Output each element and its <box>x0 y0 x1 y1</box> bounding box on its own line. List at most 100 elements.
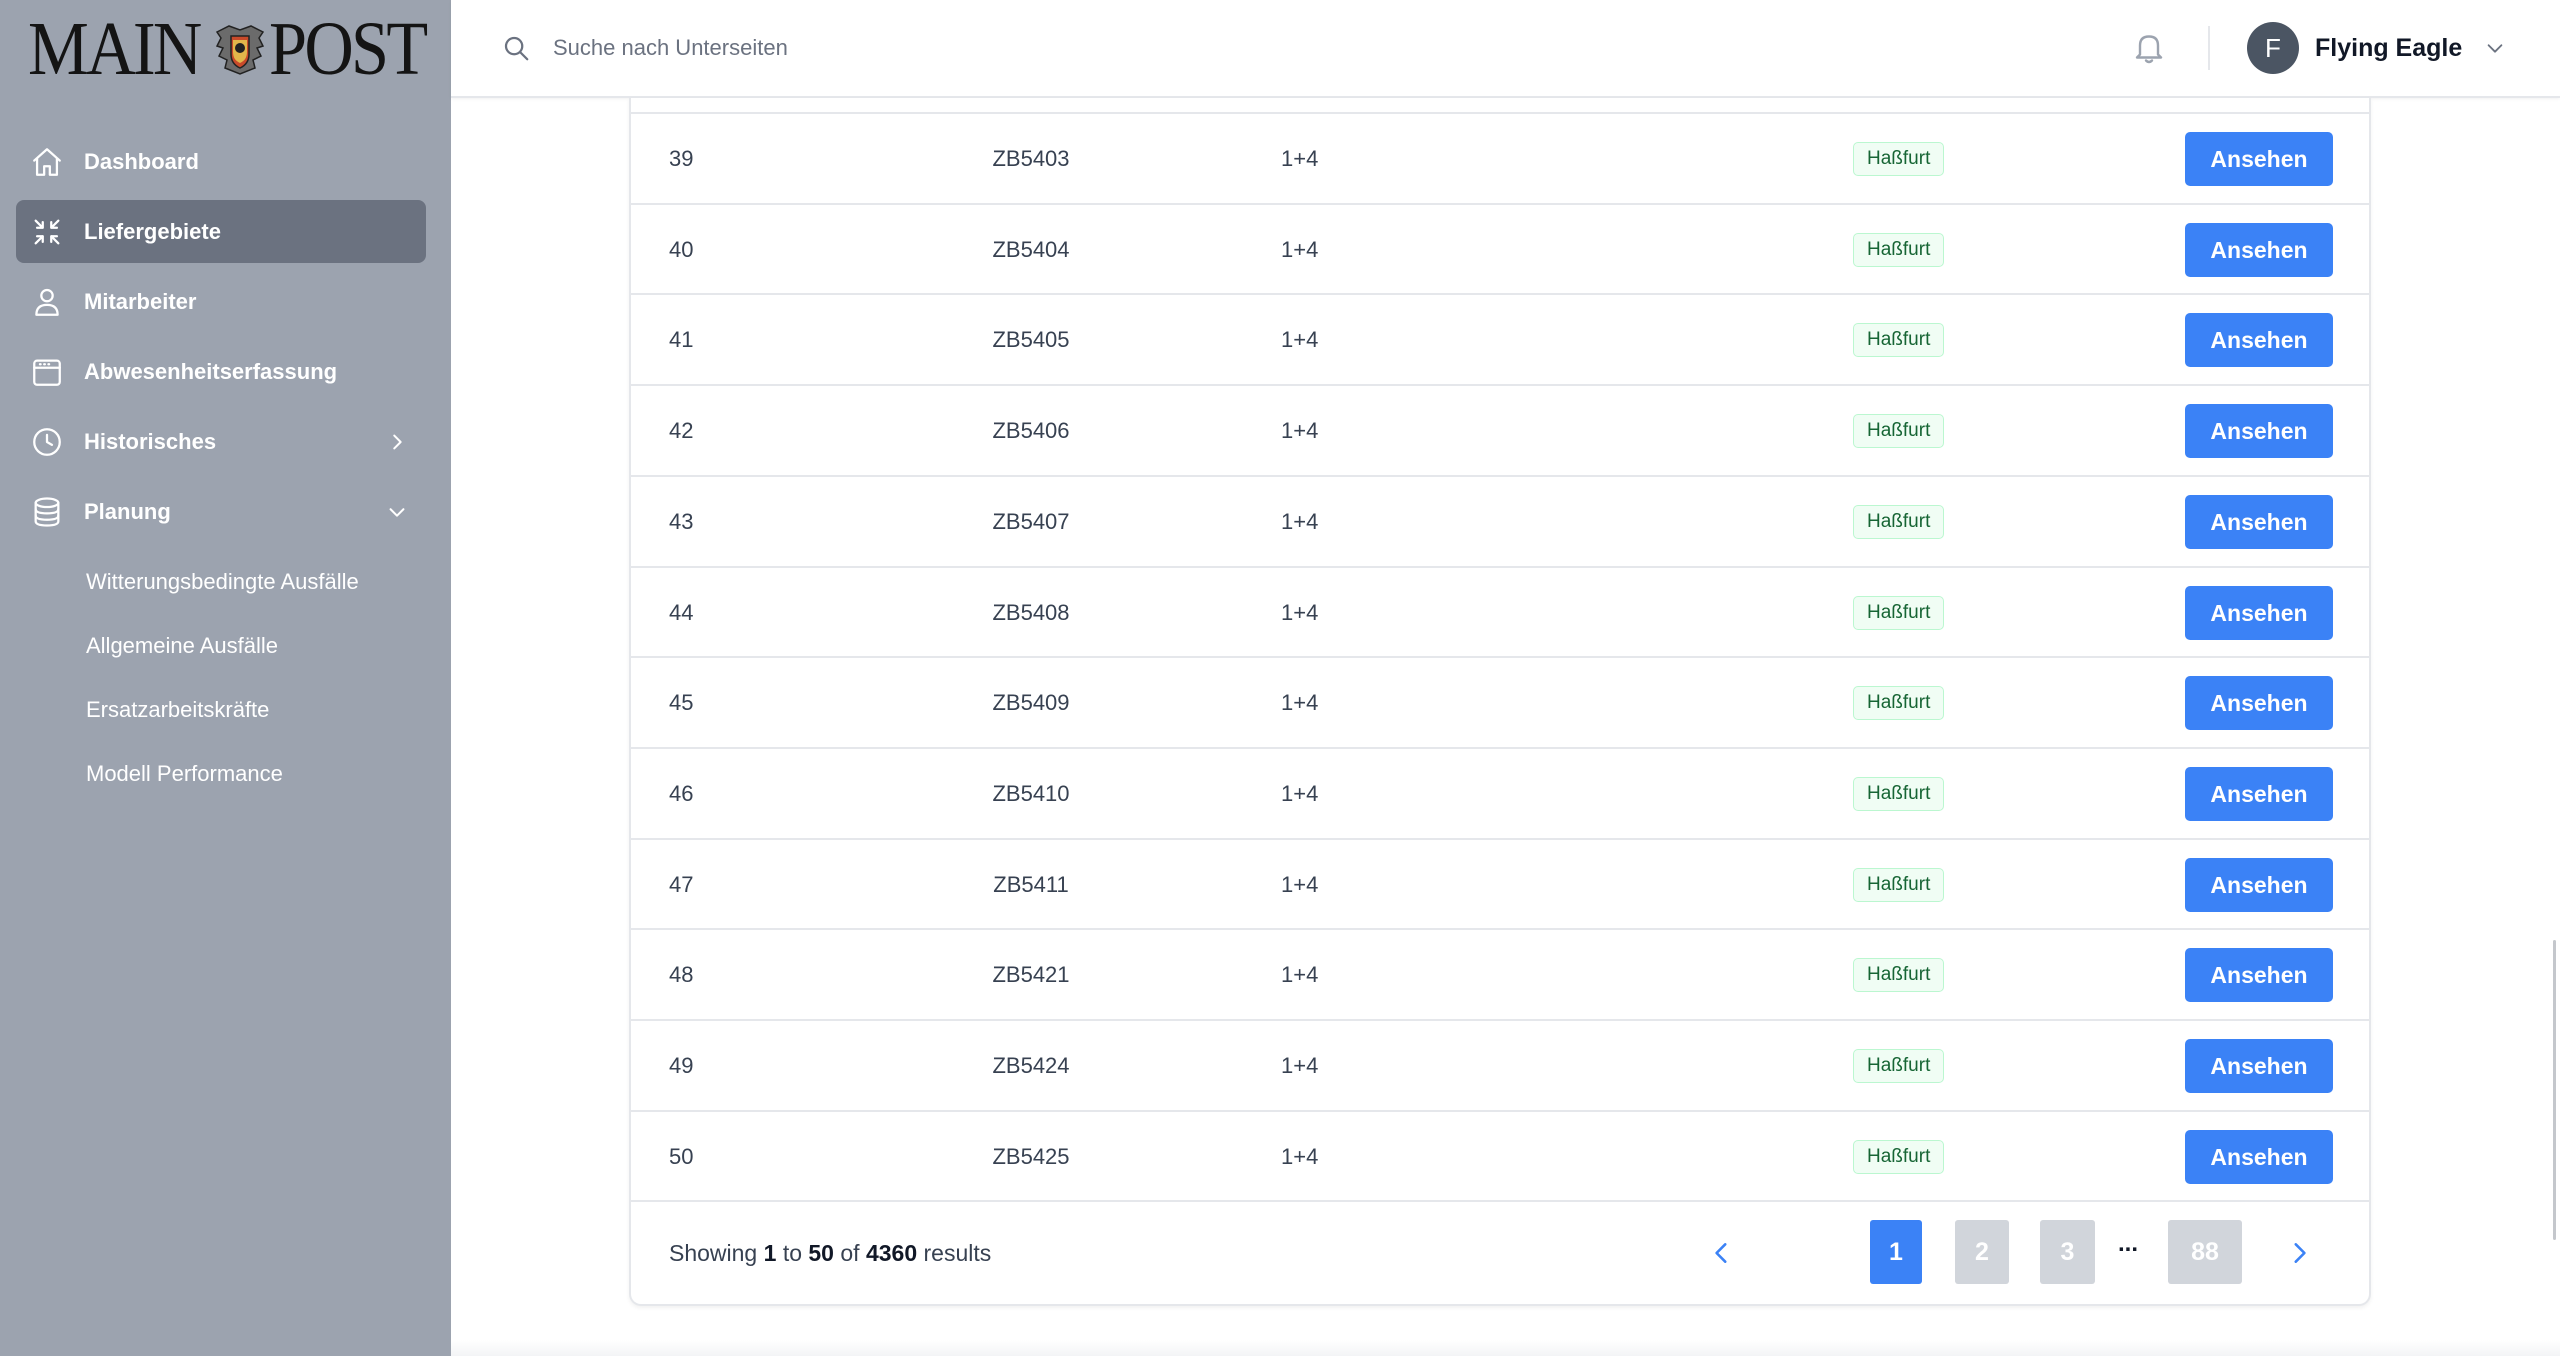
delivery-type: 1+4 <box>1281 781 1319 806</box>
area-code: ZB5403 <box>992 146 1070 171</box>
next-page-icon[interactable] <box>2286 1240 2312 1266</box>
location-badge: Haßfurt <box>1853 777 1945 811</box>
sidebar-item-liefergebiete[interactable]: Liefergebiete <box>16 200 426 263</box>
user-name: Flying Eagle <box>2315 33 2463 62</box>
view-button[interactable]: Ansehen <box>2185 1039 2333 1093</box>
delivery-type: 1+4 <box>1281 1053 1319 1078</box>
table-row: 41 ZB5405 1+4 Haßfurt Ansehen <box>631 293 2369 383</box>
top-header: F Flying Eagle <box>451 0 2560 98</box>
area-code: ZB5424 <box>992 1053 1070 1078</box>
page-ellipsis: ... <box>2118 1230 2139 1257</box>
chevron-down-icon[interactable] <box>386 501 408 523</box>
logo-text-main: MAIN <box>28 7 202 91</box>
view-button[interactable]: Ansehen <box>2185 948 2333 1002</box>
table-row: 48 ZB5421 1+4 Haßfurt Ansehen <box>631 928 2369 1018</box>
submenu-item-ersatzarbeitskraefte[interactable]: Ersatzarbeitskräfte <box>16 678 426 742</box>
sidebar-item-label: Mitarbeiter <box>84 288 197 314</box>
row-number: 48 <box>669 962 694 987</box>
location-badge: Haßfurt <box>1853 868 1945 902</box>
pagination: 1 2 3 ... 88 <box>631 1220 2369 1284</box>
table-row: 39 ZB5403 1+4 Haßfurt Ansehen <box>631 112 2369 202</box>
area-code: ZB5408 <box>992 600 1070 625</box>
page-button-88[interactable]: 88 <box>2168 1220 2242 1284</box>
page-button-2[interactable]: 2 <box>1955 1220 2009 1284</box>
sidebar-item-label: Liefergebiete <box>84 218 221 244</box>
sidebar-item-label: Planung <box>84 498 171 524</box>
header-divider <box>2208 26 2210 70</box>
location-badge: Haßfurt <box>1853 233 1945 267</box>
submenu-item-modell-performance[interactable]: Modell Performance <box>16 742 426 806</box>
table-row: 45 ZB5409 1+4 Haßfurt Ansehen <box>631 656 2369 746</box>
user-menu[interactable]: F Flying Eagle <box>2247 20 2506 76</box>
main-post-logo[interactable]: MAIN POST <box>28 7 443 91</box>
table-row: 46 ZB5410 1+4 Haßfurt Ansehen <box>631 747 2369 837</box>
sidebar-nav: Dashboard Liefergebiete Mitarbeiter Abwe… <box>16 130 426 806</box>
area-code: ZB5421 <box>992 962 1070 987</box>
view-button[interactable]: Ansehen <box>2185 313 2333 367</box>
database-icon <box>34 496 60 527</box>
bell-icon[interactable] <box>2131 28 2167 66</box>
avatar: F <box>2247 22 2299 74</box>
sidebar-item-dashboard[interactable]: Dashboard <box>16 130 426 193</box>
search-bar <box>501 28 1001 68</box>
page-button-1[interactable]: 1 <box>1870 1220 1922 1284</box>
coat-of-arms-icon <box>215 25 264 75</box>
table-row: 50 ZB5425 1+4 Haßfurt Ansehen <box>631 1110 2369 1200</box>
view-button[interactable]: Ansehen <box>2185 495 2333 549</box>
location-badge: Haßfurt <box>1853 323 1945 357</box>
row-number: 50 <box>669 1144 694 1169</box>
view-button[interactable]: Ansehen <box>2185 223 2333 277</box>
scrollbar-thumb[interactable] <box>2553 940 2556 1240</box>
delivery-type: 1+4 <box>1281 872 1319 897</box>
view-button[interactable]: Ansehen <box>2185 858 2333 912</box>
location-badge: Haßfurt <box>1853 596 1945 630</box>
row-number: 49 <box>669 1053 694 1078</box>
table-row: 43 ZB5407 1+4 Haßfurt Ansehen <box>631 475 2369 565</box>
location-badge: Haßfurt <box>1853 1140 1945 1174</box>
liefergebiete-table: 39 ZB5403 1+4 Haßfurt Ansehen 40 ZB5404 1+4 Haßf… <box>629 98 2371 1306</box>
view-button[interactable]: Ansehen <box>2185 767 2333 821</box>
sidebar-item-mitarbeiter[interactable]: Mitarbeiter <box>16 270 426 333</box>
clock-icon <box>33 427 61 456</box>
sidebar-item-label: Abwesenheitserfassung <box>84 358 338 384</box>
row-number: 42 <box>669 418 694 443</box>
sidebar-item-abwesenheitserfassung[interactable]: Abwesenheitserfassung <box>16 340 426 403</box>
row-number: 40 <box>669 237 694 262</box>
sidebar-item-planung[interactable]: Planung <box>16 480 426 543</box>
row-number: 39 <box>669 146 694 171</box>
area-code: ZB5409 <box>992 690 1070 715</box>
view-button[interactable]: Ansehen <box>2185 132 2333 186</box>
sidebar: MAIN POST Dashboard Liefergebiete Mitarb… <box>0 0 451 1356</box>
page-bottom-edge <box>451 1340 2560 1356</box>
previous-page-icon[interactable] <box>1709 1240 1735 1266</box>
row-number: 44 <box>669 600 694 625</box>
area-code: ZB5411 <box>993 872 1069 897</box>
planung-submenu: Witterungsbedingte Ausfälle Allgemeine A… <box>16 550 426 806</box>
delivery-type: 1+4 <box>1281 690 1319 715</box>
delivery-type: 1+4 <box>1281 418 1319 443</box>
chevron-down-icon <box>2487 44 2503 53</box>
search-input[interactable] <box>553 35 953 61</box>
location-badge: Haßfurt <box>1853 505 1945 539</box>
row-number: 45 <box>669 690 694 715</box>
view-button[interactable]: Ansehen <box>2185 1130 2333 1184</box>
user-icon <box>35 288 59 316</box>
chevron-right-icon[interactable] <box>386 431 408 453</box>
calendar-icon <box>33 359 61 386</box>
submenu-item-allgemeine-ausfaelle[interactable]: Allgemeine Ausfälle <box>16 614 426 678</box>
submenu-item-witterungsbedingte-ausfaelle[interactable]: Witterungsbedingte Ausfälle <box>16 550 426 614</box>
row-number: 43 <box>669 509 694 534</box>
page-button-3[interactable]: 3 <box>2040 1220 2095 1284</box>
view-button[interactable]: Ansehen <box>2185 404 2333 458</box>
search-icon <box>504 36 529 61</box>
sidebar-item-historisches[interactable]: Historisches <box>16 410 426 473</box>
area-code: ZB5406 <box>992 418 1070 443</box>
table-row: 47 ZB5411 1+4 Haßfurt Ansehen <box>631 838 2369 928</box>
area-code: ZB5405 <box>992 327 1070 352</box>
location-badge: Haßfurt <box>1853 414 1945 448</box>
logo-text-post: POST <box>268 7 428 91</box>
row-number: 41 <box>669 327 694 352</box>
view-button[interactable]: Ansehen <box>2185 676 2333 730</box>
view-button[interactable]: Ansehen <box>2185 586 2333 640</box>
sidebar-item-label: Dashboard <box>84 148 199 174</box>
